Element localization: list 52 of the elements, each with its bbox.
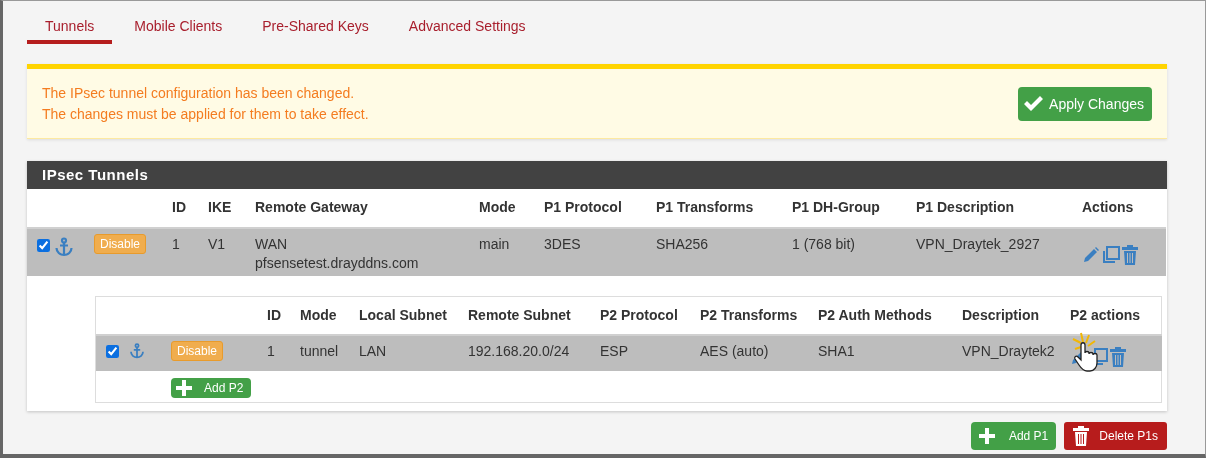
table-cell: WAN pfsensetest.drayddns.com [249, 227, 473, 276]
table-cell: main [473, 227, 538, 276]
column-header: P1 Transforms [655, 198, 755, 217]
row-checkbox[interactable] [106, 345, 119, 358]
table-cell: V1 [202, 227, 249, 276]
column-header: Remote Subnet [467, 306, 572, 325]
table-cell: tunnel [294, 334, 353, 371]
column-header: Remote Gateway [254, 198, 369, 217]
column-header: P1 Description [915, 198, 1016, 217]
table-cell: VPN_Draytek_2927 [910, 227, 1076, 276]
trash-icon[interactable] [1073, 426, 1090, 446]
tab[interactable]: Tunnels [27, 1, 113, 44]
column-header: Description [961, 306, 1040, 325]
column-header: P1 DH-Group [791, 198, 881, 217]
table-cell: ESP [594, 334, 694, 371]
column-header: Actions [1081, 198, 1135, 217]
column-header: P2 Auth Methods [817, 306, 933, 325]
row-checkbox[interactable] [37, 239, 50, 252]
panel-title: IPsec Tunnels [27, 161, 1167, 189]
column-header: P2 actions [1069, 306, 1142, 325]
column-header: P1 Protocol [543, 198, 623, 217]
table-cell: LAN [353, 334, 462, 371]
table-cell: AES (auto) [694, 334, 812, 371]
table-cell: 3DES [538, 227, 650, 276]
table-cell: SHA1 [812, 334, 956, 371]
table-cell: 192.168.20.0/24 [462, 334, 594, 371]
delete-p1s-button[interactable]: Delete P1s [1064, 422, 1167, 450]
column-header: P2 Transforms [699, 306, 799, 325]
anchor-icon [129, 343, 145, 359]
add-p1-button[interactable]: Add P1 [970, 422, 1057, 450]
column-header: P2 Protocol [599, 306, 679, 325]
tab[interactable]: Advanced Settings [390, 1, 544, 44]
table-cell: VPN_Draytek2 [956, 334, 1064, 371]
plus-icon [176, 380, 192, 396]
column-header: IKE [207, 198, 233, 217]
alert-message: The IPsec tunnel configuration has been changed. The changes must be applied for them to take effect. [42, 83, 369, 124]
table-cell: 1 [166, 227, 202, 276]
column-header: ID [171, 198, 187, 217]
add-p2-button[interactable]: Add P2 [171, 378, 252, 398]
tab[interactable]: Mobile Clients [116, 1, 241, 44]
column-header: Local Subnet [358, 306, 448, 325]
tab[interactable]: Pre-Shared Keys [244, 1, 387, 44]
apply-changes-button[interactable]: Apply Changes [1018, 86, 1152, 121]
table-cell: 1 [261, 334, 294, 371]
table-cell: 1 (768 bit) [786, 227, 910, 276]
plus-icon [978, 428, 995, 444]
checkmark-icon [1023, 95, 1044, 112]
anchor-icon [54, 237, 74, 257]
table-cell: SHA256 [650, 227, 786, 276]
column-header: Mode [299, 306, 338, 325]
column-header: Mode [478, 198, 517, 217]
column-header: ID [266, 306, 282, 325]
